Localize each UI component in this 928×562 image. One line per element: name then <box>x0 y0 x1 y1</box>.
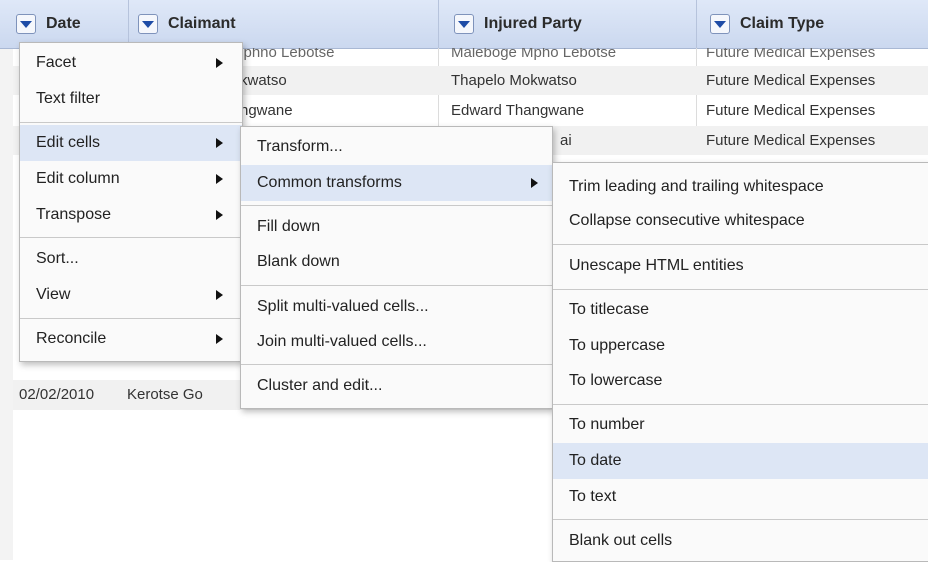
menu-item-common-transforms[interactable]: Common transforms <box>241 165 552 201</box>
menu-item-label: Blank out cells <box>569 532 673 549</box>
menu-separator <box>553 404 928 405</box>
menu-item-blank-down[interactable]: Blank down <box>241 244 552 280</box>
menu-item-label: Split multi-valued cells... <box>257 298 429 315</box>
menu-separator <box>241 285 552 286</box>
column-header-label: Claim Type <box>740 15 825 32</box>
menu-item-unescape-html[interactable]: Unescape HTML entities <box>553 248 928 284</box>
menu-item-label: Collapse consecutive whitespace <box>569 212 805 229</box>
column-header-claimant[interactable]: Claimant <box>128 0 439 48</box>
chevron-right-icon <box>531 178 538 188</box>
menu-item-blank-out-cells[interactable]: Blank out cells <box>553 523 928 559</box>
menu-item-view[interactable]: View <box>20 277 242 313</box>
cell-injured-party[interactable]: Maleboge Mpho Lebotse <box>451 48 701 66</box>
menu-separator <box>241 205 552 206</box>
cell-claim-type[interactable]: Future Medical Expenses <box>706 48 928 66</box>
column-header-label: Claimant <box>168 15 236 32</box>
menu-item-split-multi-valued[interactable]: Split multi-valued cells... <box>241 289 552 325</box>
menu-item-label: Cluster and edit... <box>257 377 383 394</box>
menu-item-to-titlecase[interactable]: To titlecase <box>553 292 928 328</box>
column-header-claim-type[interactable]: Claim Type <box>696 0 928 48</box>
menu-item-label: View <box>36 286 71 303</box>
menu-item-to-text[interactable]: To text <box>553 479 928 515</box>
menu-item-to-lowercase[interactable]: To lowercase <box>553 363 928 399</box>
menu-item-label: To uppercase <box>569 337 666 354</box>
menu-item-cluster-and-edit[interactable]: Cluster and edit... <box>241 368 552 404</box>
cell-injured-party[interactable]: Edward Thangwane <box>451 96 701 125</box>
menu-item-label: Fill down <box>257 218 321 235</box>
edit-cells-submenu: Transform... Common transforms Fill down… <box>240 126 553 409</box>
menu-item-trim-whitespace[interactable]: Trim leading and trailing whitespace <box>553 169 928 205</box>
menu-separator <box>20 237 242 238</box>
menu-item-label: Common transforms <box>257 174 402 191</box>
menu-item-label: Unescape HTML entities <box>569 257 744 274</box>
chevron-down-icon[interactable] <box>454 14 474 34</box>
menu-separator <box>553 244 928 245</box>
menu-separator <box>553 519 928 520</box>
menu-item-label: Blank down <box>257 253 340 270</box>
menu-item-label: Trim leading and trailing whitespace <box>569 178 824 195</box>
column-header-label: Injured Party <box>484 15 582 32</box>
menu-item-label: Facet <box>36 54 77 71</box>
menu-separator <box>20 318 242 319</box>
menu-item-reconcile[interactable]: Reconcile <box>20 321 242 357</box>
column-menu: Facet Text filter Edit cells Edit column… <box>19 42 243 362</box>
chevron-right-icon <box>216 290 223 300</box>
cell-injured-party[interactable]: Thapelo Mokwatso <box>451 66 701 95</box>
menu-item-label: To number <box>569 416 645 433</box>
chevron-right-icon <box>216 210 223 220</box>
column-header-label: Date <box>46 15 81 32</box>
menu-item-edit-cells[interactable]: Edit cells <box>20 125 242 161</box>
chevron-down-icon[interactable] <box>710 14 730 34</box>
menu-item-fill-down[interactable]: Fill down <box>241 209 552 245</box>
chevron-down-icon[interactable] <box>16 14 36 34</box>
row-gutter <box>0 48 13 560</box>
cell-injured-party[interactable]: ai <box>560 126 600 155</box>
menu-item-transform[interactable]: Transform... <box>241 129 552 165</box>
menu-item-label: To lowercase <box>569 372 663 389</box>
chevron-right-icon <box>216 174 223 184</box>
menu-separator <box>20 122 242 123</box>
cell-claimant[interactable]: Kerotse Go <box>127 380 247 410</box>
menu-item-facet[interactable]: Facet <box>20 45 242 81</box>
cell-claimant[interactable]: ...phno Lebotse <box>231 48 431 66</box>
menu-item-label: Transpose <box>36 206 111 223</box>
menu-item-label: To text <box>569 488 617 505</box>
cell-claim-type[interactable]: Future Medical Expenses <box>706 126 928 155</box>
menu-item-to-uppercase[interactable]: To uppercase <box>553 328 928 364</box>
menu-item-to-date[interactable]: To date <box>553 443 928 479</box>
menu-item-to-number[interactable]: To number <box>553 407 928 443</box>
menu-item-label: To titlecase <box>569 301 650 318</box>
menu-item-label: Edit column <box>36 170 120 187</box>
chevron-right-icon <box>216 334 223 344</box>
cell-claimant[interactable]: kwatso <box>240 66 440 95</box>
menu-item-collapse-whitespace[interactable]: Collapse consecutive whitespace <box>553 203 928 239</box>
column-header-date[interactable]: Date <box>0 0 129 48</box>
menu-item-transpose[interactable]: Transpose <box>20 197 242 233</box>
menu-item-label: Edit cells <box>36 134 101 151</box>
menu-item-join-multi-valued[interactable]: Join multi-valued cells... <box>241 324 552 360</box>
common-transforms-submenu: Trim leading and trailing whitespace Col… <box>552 162 928 562</box>
menu-item-label: Text filter <box>36 90 101 107</box>
menu-item-label: To date <box>569 452 622 469</box>
chevron-right-icon <box>216 138 223 148</box>
cell-claimant[interactable]: ngwane <box>240 96 440 125</box>
menu-separator <box>241 364 552 365</box>
cell-date[interactable]: 02/02/2010 <box>19 380 129 410</box>
menu-item-sort[interactable]: Sort... <box>20 241 242 277</box>
menu-item-label: Reconcile <box>36 330 107 347</box>
chevron-down-icon[interactable] <box>138 14 158 34</box>
menu-item-label: Join multi-valued cells... <box>257 333 427 350</box>
menu-item-text-filter[interactable]: Text filter <box>20 81 242 117</box>
column-header-injured-party[interactable]: Injured Party <box>438 0 697 48</box>
menu-item-edit-column[interactable]: Edit column <box>20 161 242 197</box>
menu-separator <box>553 289 928 290</box>
cell-claim-type[interactable]: Future Medical Expenses <box>706 96 928 125</box>
chevron-right-icon <box>216 58 223 68</box>
menu-item-label: Transform... <box>257 138 343 155</box>
menu-item-label: Sort... <box>36 250 79 267</box>
cell-claim-type[interactable]: Future Medical Expenses <box>706 66 928 95</box>
